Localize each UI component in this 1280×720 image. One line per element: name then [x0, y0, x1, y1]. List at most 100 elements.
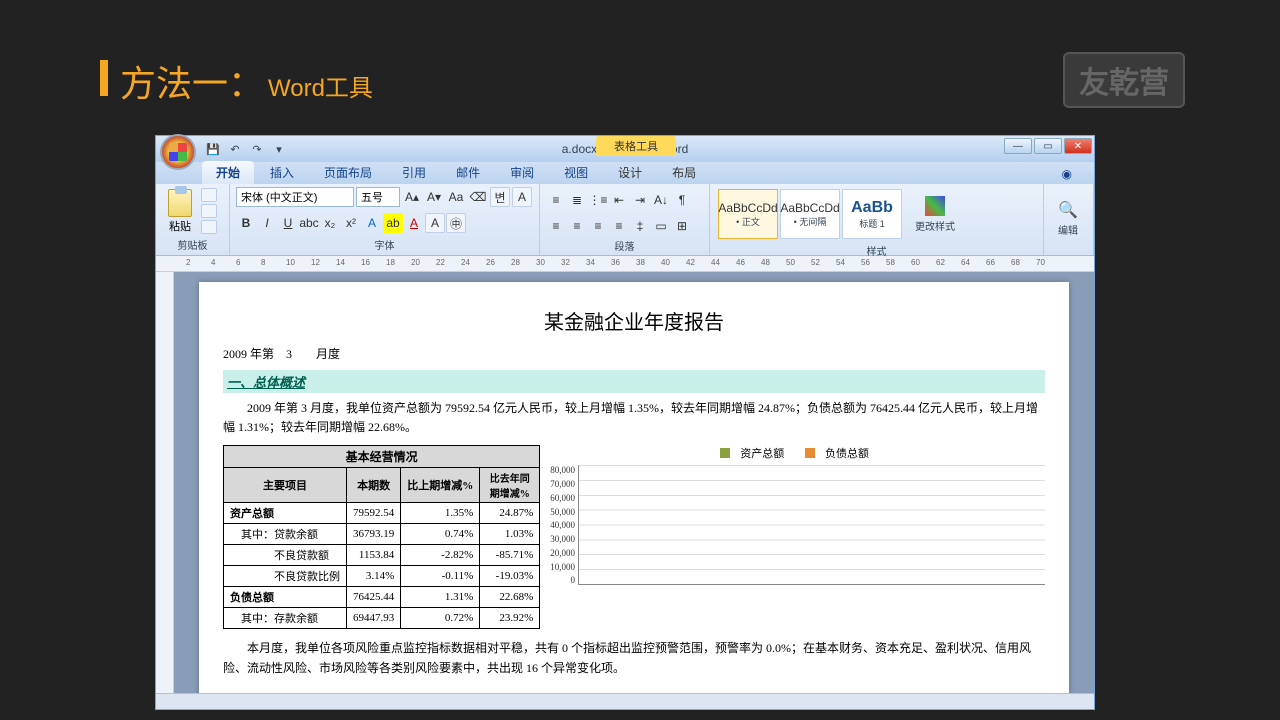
y-axis: 80,00070,00060,00050,00040,00030,00020,0… [550, 465, 578, 585]
style-item[interactable]: AaBb标题 1 [842, 189, 902, 239]
section-heading: 一、总体概述 [223, 370, 1045, 393]
document-area: 某金融企业年度报告 2009 年第 3 月度 一、总体概述 2009 年第 3 … [156, 272, 1094, 693]
group-label: 字体 [236, 235, 533, 252]
tab-mailings[interactable]: 邮件 [442, 161, 494, 184]
col-header: 比去年同期增减% [480, 468, 540, 503]
paste-button[interactable]: 粘贴 [162, 189, 198, 234]
change-case-icon[interactable]: Aa [446, 187, 466, 207]
col-header: 主要项目 [224, 468, 347, 503]
table-row: 资产总额79592.541.35%24.87% [224, 503, 540, 524]
justify-icon[interactable]: ≡ [609, 216, 629, 236]
ruler-horizontal[interactable]: 2468101214161820222426283032343638404244… [156, 256, 1094, 272]
horizontal-scrollbar[interactable] [156, 693, 1094, 709]
change-styles-button[interactable]: 更改样式 [907, 192, 963, 237]
group-editing: 🔍 编辑 [1044, 184, 1094, 255]
legend-label: 资产总额 [740, 445, 784, 461]
tab-review[interactable]: 审阅 [496, 161, 548, 184]
ribbon-tabs: 开始 插入 页面布局 引用 邮件 审阅 视图 设计 布局 ◉ [156, 162, 1094, 184]
phonetic-icon[interactable]: 변 [490, 187, 510, 207]
table-row: 不良贷款额1153.84-2.82%-85.71% [224, 545, 540, 566]
tab-layout[interactable]: 页面布局 [310, 161, 386, 184]
tab-table-design[interactable]: 设计 [604, 161, 656, 184]
font-color-icon[interactable]: A [404, 213, 424, 233]
col-header: 比上期增减% [401, 468, 480, 503]
underline-icon[interactable]: U [278, 213, 298, 233]
document-scroll[interactable]: 某金融企业年度报告 2009 年第 3 月度 一、总体概述 2009 年第 3 … [174, 272, 1094, 693]
enclose-char-icon[interactable]: ㊥ [446, 213, 466, 233]
sort-icon[interactable]: A↓ [651, 190, 671, 210]
italic-icon[interactable]: I [257, 213, 277, 233]
tab-table-layout[interactable]: 布局 [658, 161, 710, 184]
style-item[interactable]: AaBbCcDd• 正文 [718, 189, 778, 239]
table-title: 基本经营情况 [224, 446, 540, 468]
align-left-icon[interactable]: ≡ [546, 216, 566, 236]
borders-icon[interactable]: ⊞ [672, 216, 692, 236]
tab-references[interactable]: 引用 [388, 161, 440, 184]
quick-access-toolbar: 💾 ↶ ↷ ▾ [204, 140, 288, 158]
word-window: 💾 ↶ ↷ ▾ a.docx - Microsoft Word 表格工具 — ▭… [155, 135, 1095, 710]
subscript-icon[interactable]: x₂ [320, 213, 340, 233]
superscript-icon[interactable]: x² [341, 213, 361, 233]
clear-format-icon[interactable]: ⌫ [468, 187, 488, 207]
office-button[interactable] [160, 134, 196, 170]
legend-label: 负债总额 [825, 445, 869, 461]
font-name-select[interactable] [236, 187, 354, 207]
find-button[interactable]: 🔍 编辑 [1050, 196, 1086, 241]
tab-view[interactable]: 视图 [550, 161, 602, 184]
qat-dropdown-icon[interactable]: ▾ [270, 140, 288, 158]
line-spacing-icon[interactable]: ‡ [630, 216, 650, 236]
redo-icon[interactable]: ↷ [248, 140, 266, 158]
save-icon[interactable]: 💾 [204, 140, 222, 158]
minimize-button[interactable]: — [1004, 138, 1032, 154]
table-row: 其中：存款余额69447.930.72%23.92% [224, 608, 540, 629]
help-icon[interactable]: ◉ [1048, 164, 1086, 184]
copy-icon[interactable] [201, 204, 217, 218]
group-font: A▴ A▾ Aa ⌫ 변 A B I U abc x₂ x² A ab A [230, 184, 540, 255]
legend-swatch-icon [805, 448, 815, 458]
align-right-icon[interactable]: ≡ [588, 216, 608, 236]
multilevel-icon[interactable]: ⋮≡ [588, 190, 608, 210]
tab-home[interactable]: 开始 [202, 161, 254, 184]
title-main: 方法一： [120, 55, 264, 107]
char-shading-icon[interactable]: A [425, 213, 445, 233]
brand-logo: 友乾营 [1063, 52, 1185, 108]
chart-legend: 资产总额 负债总额 [550, 445, 1045, 461]
indent-inc-icon[interactable]: ⇥ [630, 190, 650, 210]
change-styles-label: 更改样式 [915, 218, 955, 233]
close-button[interactable]: ✕ [1064, 138, 1092, 154]
format-painter-icon[interactable] [201, 220, 217, 234]
bold-icon[interactable]: B [236, 213, 256, 233]
cut-icon[interactable] [201, 188, 217, 202]
paste-icon [168, 189, 192, 217]
shading-icon[interactable]: ▭ [651, 216, 671, 236]
group-clipboard: 粘贴 剪贴板 [156, 184, 230, 255]
undo-icon[interactable]: ↶ [226, 140, 244, 158]
titlebar: 💾 ↶ ↷ ▾ a.docx - Microsoft Word 表格工具 — ▭… [156, 136, 1094, 162]
text-effect-icon[interactable]: A [362, 213, 382, 233]
col-header: 本期数 [347, 468, 401, 503]
indent-dec-icon[interactable]: ⇤ [609, 190, 629, 210]
highlight-icon[interactable]: ab [383, 213, 403, 233]
table-row: 不良贷款比例3.14%-0.11%-19.03% [224, 566, 540, 587]
legend-swatch-icon [720, 448, 730, 458]
doc-date: 2009 年第 3 月度 [223, 345, 1045, 362]
title-sub: Word工具 [268, 68, 373, 103]
bullets-icon[interactable]: ≡ [546, 190, 566, 210]
tab-insert[interactable]: 插入 [256, 161, 308, 184]
strike-icon[interactable]: abc [299, 213, 319, 233]
font-size-select[interactable] [356, 187, 400, 207]
ruler-vertical[interactable] [156, 272, 174, 693]
style-item[interactable]: AaBbCcDd• 无间隔 [780, 189, 840, 239]
bar-chart: 资产总额 负债总额 80,00070,00060,00050,00040,000… [550, 445, 1045, 595]
data-table: 基本经营情况 主要项目 本期数 比上期增减% 比去年同期增减% 资产总额7959… [223, 445, 540, 629]
numbering-icon[interactable]: ≣ [567, 190, 587, 210]
grow-font-icon[interactable]: A▴ [402, 187, 422, 207]
maximize-button[interactable]: ▭ [1034, 138, 1062, 154]
group-label: 段落 [546, 236, 703, 253]
char-border-icon[interactable]: A [512, 187, 532, 207]
slide-title: 方法一： Word工具 [100, 55, 373, 107]
show-marks-icon[interactable]: ¶ [672, 190, 692, 210]
align-center-icon[interactable]: ≡ [567, 216, 587, 236]
shrink-font-icon[interactable]: A▾ [424, 187, 444, 207]
group-label: 剪贴板 [162, 235, 223, 252]
